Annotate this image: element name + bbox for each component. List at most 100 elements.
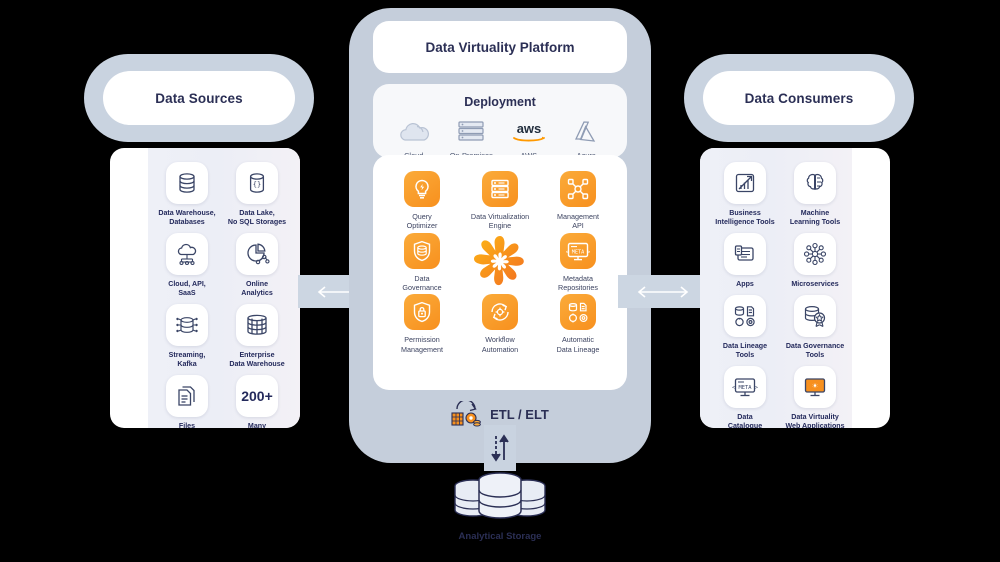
list-item[interactable]: Business Intelligence Tools xyxy=(714,162,776,227)
tile-label: Streaming, Kafka xyxy=(168,351,206,369)
database-icon xyxy=(166,162,208,204)
data-lineage-tools-icon xyxy=(724,295,766,338)
shield-database-icon xyxy=(404,232,440,269)
tile-label: Files (CSV, JSON, XML) xyxy=(178,422,196,428)
list-item[interactable]: < META > Data Catalogue xyxy=(714,366,776,428)
list-item[interactable]: Apps xyxy=(714,233,776,289)
tile-label: Data Catalogue xyxy=(727,413,763,428)
svg-text:< META >: < META > xyxy=(732,385,758,391)
list-item[interactable]: Microservices xyxy=(784,233,846,289)
platform-to-storage-connector xyxy=(484,425,516,471)
feature-label: Query Optimizer xyxy=(406,212,438,231)
deployment-item[interactable]: Azure xyxy=(558,119,616,160)
list-item[interactable]: Data Lineage Tools xyxy=(714,295,776,360)
list-item[interactable]: Machine Learning Tools xyxy=(784,162,846,227)
feature-label: Workflow Automation xyxy=(481,335,519,354)
bidirectional-arrow-icon xyxy=(637,285,689,298)
feature-item[interactable]: Management API xyxy=(539,171,617,231)
features-grid: Query Optimizer Data Virtualization Engin… xyxy=(373,171,627,354)
list-item[interactable]: Data Virtuality Web Applications xyxy=(784,366,846,428)
analytical-storage-label: Analytical Storage xyxy=(458,531,542,542)
deployment-item[interactable]: On-Premises xyxy=(443,119,501,160)
tile-label: Cloud, API, SaaS xyxy=(168,280,206,298)
data-consumers-grid: Business Intelligence Tools Machine Learn… xyxy=(714,162,846,428)
platform-title: Data Virtuality Platform xyxy=(425,39,575,55)
data-consumers-panel: Business Intelligence Tools Machine Learn… xyxy=(700,148,890,428)
catalogue-screen-icon: < META > xyxy=(724,366,766,409)
deployment-title: Deployment xyxy=(464,95,536,109)
database-stack-icon xyxy=(454,472,546,519)
list-item[interactable]: Enterprise Data Warehouse xyxy=(226,304,288,369)
feature-item[interactable]: Workflow Automation xyxy=(461,294,539,354)
svg-text:aws: aws xyxy=(516,121,541,136)
data-sources-grid: Data Warehouse, Databases {} Data Lake, No… xyxy=(156,162,288,428)
aws-logo-icon: aws xyxy=(506,119,552,145)
tile-label: Machine Learning Tools xyxy=(789,209,841,227)
feature-item[interactable]: Query Optimizer xyxy=(383,171,461,231)
streaming-kafka-icon xyxy=(166,304,208,347)
svg-text:< META >: < META > xyxy=(566,249,590,255)
deployment-item[interactable]: Cloud xyxy=(385,119,443,160)
data-lake-icon: {} xyxy=(236,162,278,204)
data-consumers-header-inner: Data Consumers xyxy=(703,71,895,125)
platform-to-consumers-connector xyxy=(618,275,708,308)
svg-text:{}: {} xyxy=(253,181,261,189)
list-item[interactable]: Files (CSV, JSON, XML) xyxy=(156,375,218,428)
shield-lock-icon xyxy=(404,294,440,331)
feature-label: Data Governance xyxy=(402,273,442,293)
web-app-icon xyxy=(794,366,836,409)
list-item[interactable]: Data Warehouse, Databases xyxy=(156,162,218,227)
feature-item[interactable]: Automatic Data Lineage xyxy=(539,294,617,354)
list-item[interactable]: Data Governance Tools xyxy=(784,295,846,360)
list-item[interactable]: 200+ Many more... xyxy=(226,375,288,428)
feature-label: Automatic Data Lineage xyxy=(556,335,600,354)
gear-cycle-icon xyxy=(482,294,518,331)
feature-item[interactable]: Data Virtualization Engine xyxy=(461,171,539,231)
tile-label: Data Virtuality Web Applications xyxy=(785,413,845,428)
tile-label: Online Analytics xyxy=(241,280,273,298)
deployment-item[interactable]: awsAWS xyxy=(500,119,558,160)
tile-label: Business Intelligence Tools xyxy=(715,209,775,227)
bi-chart-icon xyxy=(724,162,766,204)
list-item[interactable]: {} Data Lake, No SQL Storages xyxy=(226,162,288,227)
tile-label: Data Lineage Tools xyxy=(722,342,768,360)
data-sources-header-inner: Data Sources xyxy=(103,71,295,125)
tile-label: Data Warehouse, Databases xyxy=(158,209,216,227)
features-card: Query Optimizer Data Virtualization Engin… xyxy=(373,155,627,390)
tile-label: Enterprise Data Warehouse xyxy=(229,351,285,369)
analytical-storage: Analytical Storage xyxy=(440,466,560,542)
network-node-icon xyxy=(560,171,596,207)
data-consumers-title: Data Consumers xyxy=(744,90,854,106)
feature-label: Permission Management xyxy=(401,335,443,354)
tile-label: Data Governance Tools xyxy=(785,342,845,360)
meta-screen-icon: < META > xyxy=(560,232,596,269)
tile-label: Microservices xyxy=(791,280,839,289)
updown-arrow-icon xyxy=(491,434,509,462)
data-sources-panel: Data Warehouse, Databases {} Data Lake, No… xyxy=(110,148,300,428)
feature-item[interactable]: Data Governance xyxy=(383,232,461,293)
cloud-api-icon xyxy=(166,233,208,276)
lightbulb-icon xyxy=(404,171,440,207)
list-item[interactable]: Streaming, Kafka xyxy=(156,304,218,369)
azure-logo-icon xyxy=(572,119,600,145)
deployment-items: CloudOn-PremisesawsAWSAzure xyxy=(373,119,627,160)
lineage-icon xyxy=(560,294,596,331)
tile-label: Data Lake, No SQL Storages xyxy=(227,209,287,227)
list-item[interactable]: Cloud, API, SaaS xyxy=(156,233,218,298)
governance-badge-icon xyxy=(794,295,836,338)
online-analytics-icon xyxy=(236,233,278,276)
data-sources-title: Data Sources xyxy=(155,90,243,106)
feature-item[interactable]: Permission Management xyxy=(383,294,461,354)
feature-item[interactable]: < META > Metadata Repositories xyxy=(539,232,617,293)
apps-icon xyxy=(724,233,766,276)
files-icon xyxy=(166,375,208,418)
tile-label: Apps xyxy=(736,280,754,289)
etl-label: ETL / ELT xyxy=(490,406,549,422)
feature-label: Metadata Repositories xyxy=(558,273,598,293)
data-virtuality-logo xyxy=(461,233,539,293)
count-badge: 200+ xyxy=(241,388,273,405)
cloud-icon xyxy=(397,119,431,145)
count-badge: 200+ xyxy=(236,375,278,418)
list-item[interactable]: Online Analytics xyxy=(226,233,288,298)
data-consumers-header: Data Consumers xyxy=(684,54,914,142)
